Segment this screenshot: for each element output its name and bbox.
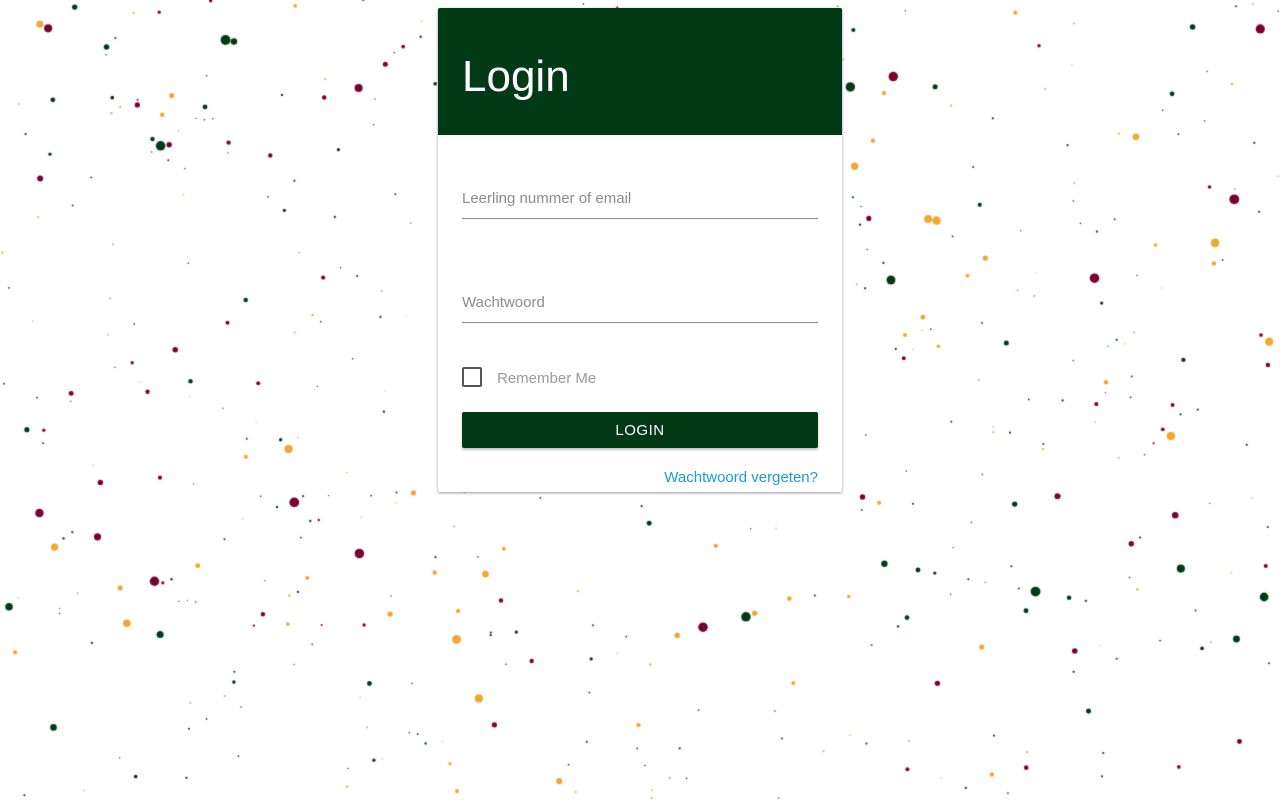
username-input[interactable] <box>462 179 818 219</box>
username-field <box>462 179 818 219</box>
login-button[interactable]: LOGIN <box>462 412 818 448</box>
login-header: Login <box>438 8 842 135</box>
remember-me-checkbox[interactable] <box>462 367 482 387</box>
password-field <box>462 283 818 323</box>
remember-me-label[interactable]: Remember Me <box>497 369 596 389</box>
login-card: Login Remember Me LOGIN Wachtwoord verge… <box>438 8 842 492</box>
login-title: Login <box>462 52 570 101</box>
forgot-password-link[interactable]: Wachtwoord vergeten? <box>664 469 818 486</box>
remember-me: Remember Me <box>462 367 596 387</box>
password-input[interactable] <box>462 283 818 323</box>
